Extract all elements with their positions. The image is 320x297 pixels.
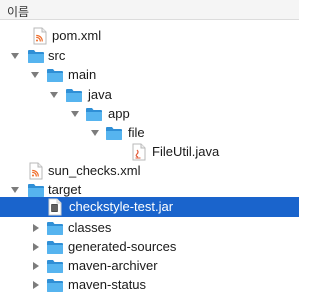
folder-icon (27, 47, 45, 65)
column-header[interactable]: 이름 (0, 0, 299, 20)
folder-icon (46, 219, 64, 237)
tree-row-app[interactable]: app (0, 104, 299, 123)
tree-row-file[interactable]: file (0, 123, 299, 142)
disclosure-down-icon[interactable] (90, 128, 100, 138)
folder-icon (65, 86, 83, 104)
tree-item-label: sun_checks.xml (48, 163, 141, 178)
folder-icon (46, 66, 64, 84)
tree-item-label: pom.xml (52, 28, 102, 43)
tree-item-label: app (108, 106, 130, 121)
folder-icon (46, 238, 64, 256)
disclosure-down-icon[interactable] (10, 51, 20, 61)
disclosure-down-icon[interactable] (49, 90, 59, 100)
folder-icon (46, 257, 64, 275)
tree-item-label: src (48, 48, 66, 63)
tree-row-java[interactable]: java (0, 85, 299, 104)
tree-item-label: maven-archiver (68, 258, 158, 273)
tree-row-generated-sources[interactable]: generated-sources (0, 237, 299, 256)
disclosure-right-icon[interactable] (31, 223, 41, 233)
tree-row-fileutil-java[interactable]: FileUtil.java (0, 142, 299, 161)
tree-item-label: java (88, 87, 112, 102)
disclosure-right-icon[interactable] (31, 242, 41, 252)
tree-row-maven-status[interactable]: maven-status (0, 275, 299, 294)
tree-item-label: classes (68, 220, 112, 235)
tree-item-label: target (48, 182, 82, 197)
tree-item-label: checkstyle-test.jar (69, 199, 174, 214)
name-column-header-label: 이름 (7, 5, 30, 19)
tree-item-label: generated-sources (68, 239, 177, 254)
tree-row-sun-checks-xml[interactable]: sun_checks.xml (0, 161, 299, 180)
tree-item-label: maven-status (68, 277, 147, 292)
tree-row-pom-xml[interactable]: pom.xml (0, 26, 299, 45)
tree-row-checkstyle-test-jar[interactable]: checkstyle-test.jar (0, 197, 299, 217)
tree-row-src[interactable]: src (0, 46, 299, 65)
folder-icon (105, 124, 123, 142)
disclosure-down-icon[interactable] (70, 109, 80, 119)
folder-icon (85, 105, 103, 123)
tree-item-label: main (68, 67, 97, 82)
disclosure-down-icon[interactable] (30, 70, 40, 80)
folder-icon (46, 276, 64, 294)
disclosure-down-icon[interactable] (10, 185, 20, 195)
xml-file-icon (27, 162, 45, 180)
xml-file-icon (31, 27, 49, 45)
tree-item-label: file (128, 125, 145, 140)
disclosure-right-icon[interactable] (31, 261, 41, 271)
finder-list-window: 이름 pom.xml src main java app file FileUt… (0, 0, 299, 297)
tree-row-main[interactable]: main (0, 65, 299, 84)
jar-file-icon (46, 198, 64, 216)
java-file-icon (130, 143, 148, 161)
disclosure-right-icon[interactable] (31, 280, 41, 290)
tree-row-maven-archiver[interactable]: maven-archiver (0, 256, 299, 275)
tree-item-label: FileUtil.java (152, 144, 220, 159)
tree-row-classes[interactable]: classes (0, 218, 299, 237)
